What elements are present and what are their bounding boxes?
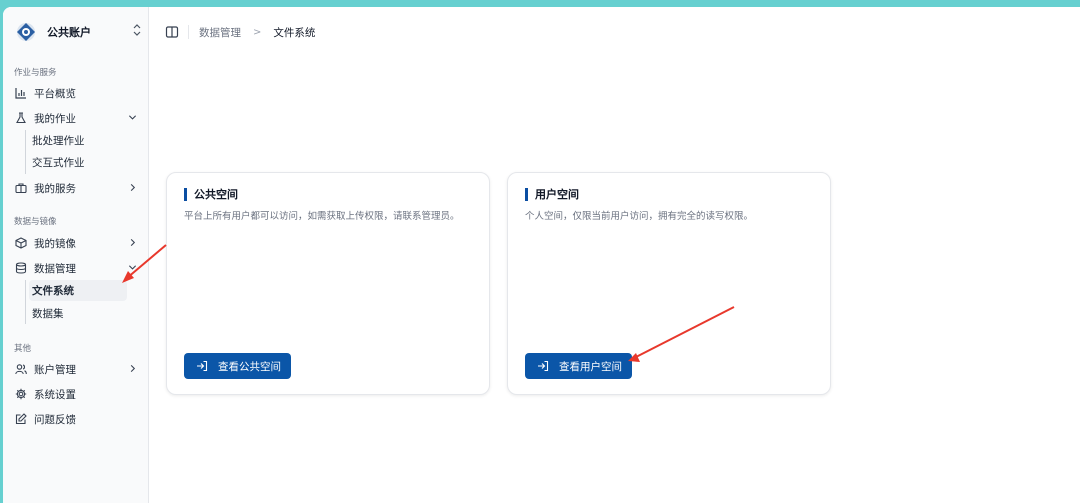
sidebar-toggle-icon[interactable] xyxy=(165,25,179,39)
cube-icon xyxy=(14,236,28,250)
account-name: 公共账户 xyxy=(47,26,91,39)
sidebar-item-label: 平台概览 xyxy=(34,87,76,100)
sidebar-subitem-batch-jobs[interactable]: 批处理作业 xyxy=(29,130,127,151)
account-switcher[interactable]: 公共账户 xyxy=(9,19,143,45)
card-title: 用户空间 xyxy=(525,188,579,201)
users-icon xyxy=(14,362,28,376)
sidebar-item-label: 数据管理 xyxy=(34,262,76,275)
sidebar-item-label: 系统设置 xyxy=(34,388,76,401)
button-label: 查看用户空间 xyxy=(559,360,622,373)
sign-in-icon xyxy=(537,360,549,372)
sidebar-item-my-services[interactable]: 我的服务 xyxy=(9,177,143,199)
chevron-down-icon xyxy=(128,265,137,270)
card-description: 平台上所有用户都可以访问，如需获取上传权限，请联系管理员。 xyxy=(184,211,460,222)
sidebar-item-my-jobs[interactable]: 我的作业 xyxy=(9,107,143,129)
sidebar-item-label: 我的服务 xyxy=(34,182,76,195)
view-user-space-button[interactable]: 查看用户空间 xyxy=(525,353,632,379)
group-label-data-images: 数据与镜像 xyxy=(14,217,57,227)
sidebar-subitem-interactive-jobs[interactable]: 交互式作业 xyxy=(29,152,127,173)
bar-chart-icon xyxy=(14,86,28,100)
briefcase-icon xyxy=(14,181,28,195)
flask-icon xyxy=(14,111,28,125)
sidebar-subitem-file-system[interactable]: 文件系统 xyxy=(29,280,127,301)
sidebar-item-account-management[interactable]: 账户管理 xyxy=(9,358,143,380)
chevron-down-icon xyxy=(128,115,137,120)
view-public-space-button[interactable]: 查看公共空间 xyxy=(184,353,291,379)
sign-in-icon xyxy=(196,360,208,372)
user-space-card: 用户空间 个人空间，仅限当前用户访问，拥有完全的读写权限。 查看用户空间 xyxy=(507,172,831,395)
chevron-up-down-icon xyxy=(133,24,141,38)
sidebar-item-system-settings[interactable]: 系统设置 xyxy=(9,383,143,405)
sidebar-item-label: 我的镜像 xyxy=(34,237,76,250)
card-title: 公共空间 xyxy=(184,188,238,201)
sidebar-subitem-datasets[interactable]: 数据集 xyxy=(29,303,127,324)
group-label-other: 其他 xyxy=(14,344,32,354)
topbar: 数据管理 > 文件系统 xyxy=(149,7,1080,57)
group-label-jobs-services: 作业与服务 xyxy=(14,68,57,78)
chevron-right-icon xyxy=(130,238,136,247)
database-icon xyxy=(14,261,28,275)
sidebar-item-overview[interactable]: 平台概览 xyxy=(9,82,143,104)
sidebar-item-data-management[interactable]: 数据管理 xyxy=(9,257,143,279)
submenu-guide-line xyxy=(25,130,26,174)
gear-icon xyxy=(14,387,28,401)
button-label: 查看公共空间 xyxy=(218,360,281,373)
sidebar-item-label: 账户管理 xyxy=(34,363,76,376)
app-window: 公共账户 作业与服务 平台概览 我的作业 批处理作业 交互式作业 我的服务 数据… xyxy=(3,7,1080,503)
sidebar-item-label: 问题反馈 xyxy=(34,413,76,426)
logo-icon xyxy=(17,23,35,41)
sidebar-item-my-images[interactable]: 我的镜像 xyxy=(9,232,143,254)
breadcrumb-parent[interactable]: 数据管理 xyxy=(199,25,241,40)
breadcrumb-separator: > xyxy=(253,26,262,38)
edit-icon xyxy=(14,412,28,426)
submenu-guide-line xyxy=(25,280,26,324)
topbar-divider xyxy=(188,25,189,39)
public-space-card: 公共空间 平台上所有用户都可以访问，如需获取上传权限，请联系管理员。 查看公共空… xyxy=(166,172,490,395)
sidebar-item-label: 我的作业 xyxy=(34,112,76,125)
sidebar: 公共账户 作业与服务 平台概览 我的作业 批处理作业 交互式作业 我的服务 数据… xyxy=(3,7,149,503)
chevron-right-icon xyxy=(130,364,136,373)
card-description: 个人空间，仅限当前用户访问，拥有完全的读写权限。 xyxy=(525,211,754,222)
chevron-right-icon xyxy=(130,183,136,192)
sidebar-item-feedback[interactable]: 问题反馈 xyxy=(9,408,143,430)
breadcrumb-current: 文件系统 xyxy=(273,26,316,39)
